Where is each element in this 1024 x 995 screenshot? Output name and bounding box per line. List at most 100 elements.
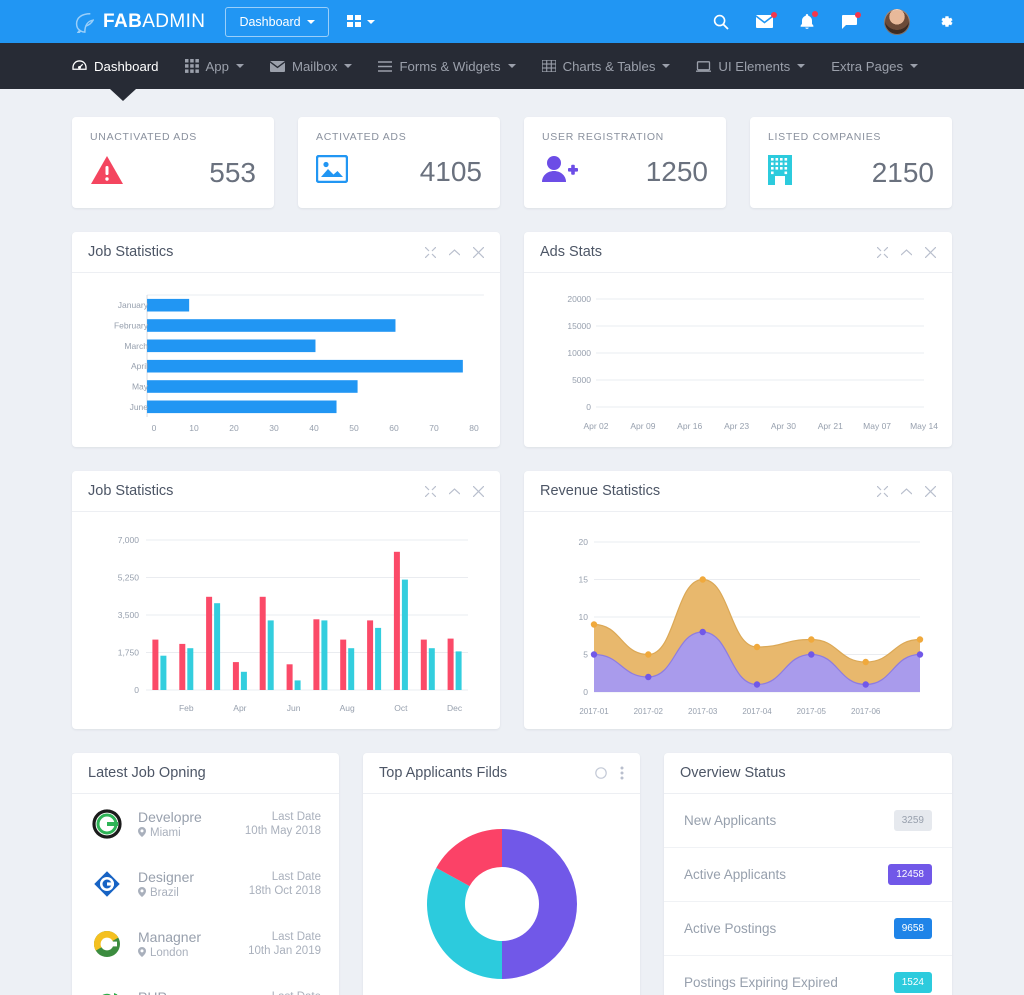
line-chart-svg: 0 5000 10000 15000 20000 Apr 02 Apr 09 Apr 16 A…	[567, 294, 938, 431]
refresh-circle-icon[interactable]	[595, 767, 607, 779]
nav-item-ui-elements[interactable]: UI Elements	[696, 59, 806, 74]
svg-text:June: June	[130, 402, 149, 412]
chart-job-statistics-vertical: 0 1,750 3,500 5,250 7,000 Feb Apr Jun Aug Oct Dec	[72, 512, 500, 729]
stat-title: UNACTIVATED ADS	[90, 131, 197, 143]
brand-logo[interactable]: FABADMIN	[72, 11, 205, 33]
panel-top-applicants-fields: Top Applicants Filds	[363, 753, 640, 995]
collapse-icon[interactable]	[901, 248, 912, 256]
data-point	[862, 658, 869, 666]
close-icon[interactable]	[925, 485, 936, 497]
data-point	[916, 651, 924, 658]
laptop-icon	[696, 60, 712, 72]
bar	[179, 643, 186, 690]
svg-text:0: 0	[583, 687, 588, 697]
mail-icon[interactable]	[756, 12, 777, 28]
svg-text:0: 0	[586, 402, 591, 412]
chat-icon[interactable]	[841, 11, 861, 29]
job-last-date-label: Last Date	[271, 811, 321, 823]
svg-text:7,000: 7,000	[118, 535, 140, 545]
overview-status-row[interactable]: Active Postings 9658	[664, 902, 952, 956]
svg-text:2017-03: 2017-03	[688, 707, 718, 716]
search-icon[interactable]	[713, 14, 729, 30]
bar	[152, 639, 159, 690]
nav-item-extra-pages[interactable]: Extra Pages	[831, 59, 919, 74]
panel-header: Latest Job Opning	[72, 753, 339, 794]
svg-text:Aug: Aug	[340, 703, 355, 713]
apps-grid-button[interactable]	[346, 15, 375, 28]
svg-text:2017-02: 2017-02	[634, 707, 664, 716]
dashboard-dropdown-button[interactable]: Dashboard	[225, 6, 329, 37]
job-location-text: Brazil	[150, 887, 179, 899]
svg-text:May 07: May 07	[863, 421, 891, 431]
close-icon[interactable]	[473, 485, 484, 497]
expand-icon[interactable]	[877, 485, 888, 497]
bar	[447, 638, 454, 690]
chart-row-1: Job Statistics January February March April…	[72, 232, 952, 447]
job-last-date-label: Last Date	[271, 871, 321, 883]
nav-item-app[interactable]: App	[184, 59, 244, 74]
chart-row-2: Job Statistics 0 1,750 3,500 5,250 7,000 Feb…	[72, 471, 952, 729]
collapse-icon[interactable]	[449, 248, 460, 256]
stat-card-unactivated-ads[interactable]: UNACTIVATED ADS 553	[72, 117, 274, 208]
brand-text: FABADMIN	[103, 11, 205, 33]
expand-icon[interactable]	[425, 485, 436, 497]
collapse-icon[interactable]	[449, 487, 460, 495]
svg-text:March: March	[124, 341, 148, 351]
bar	[214, 603, 221, 690]
nav-label-forms-widgets: Forms & Widgets	[399, 58, 501, 74]
overview-status-row[interactable]: Active Applicants 12458	[664, 848, 952, 902]
gear-icon[interactable]	[937, 13, 954, 30]
job-date-block: Last Date 10th May 2018	[245, 811, 321, 837]
mail-badge-dot	[771, 12, 777, 18]
overview-status-label: Postings Expiring Expired	[684, 975, 838, 990]
job-list-item[interactable]: Managner London Last Date 10th Jan 2019	[72, 914, 339, 974]
data-point	[590, 651, 598, 658]
nav-label-charts-tables: Charts & Tables	[562, 58, 656, 74]
job-title: Designer	[138, 868, 195, 885]
job-list-item[interactable]: Developre Miami Last Date 10th May 2018	[72, 794, 339, 854]
panel-tools	[877, 485, 936, 497]
svg-text:5000: 5000	[572, 375, 591, 385]
expand-icon[interactable]	[877, 246, 888, 258]
data-point	[590, 621, 598, 628]
chevron-down-icon	[910, 64, 919, 68]
avatar[interactable]	[884, 8, 910, 35]
svg-text:Apr 16: Apr 16	[677, 421, 702, 431]
blue-diamond-logo	[90, 867, 124, 901]
stat-value: 2150	[871, 156, 934, 188]
bar	[375, 627, 382, 690]
close-icon[interactable]	[473, 246, 484, 258]
stat-card-activated-ads[interactable]: ACTIVATED ADS 4105	[298, 117, 500, 208]
panel-header: Top Applicants Filds	[363, 753, 640, 794]
job-list-item[interactable]: PHPAbud habi Last Date15th Nov 2018	[72, 974, 339, 995]
svg-text:80: 80	[469, 423, 479, 433]
svg-text:70: 70	[429, 423, 439, 433]
collapse-icon[interactable]	[901, 487, 912, 495]
nav-item-charts-tables[interactable]: Charts & Tables	[541, 58, 671, 74]
nav-item-forms-widgets[interactable]: Forms & Widgets	[378, 58, 516, 74]
active-nav-pointer	[110, 89, 136, 101]
chevron-down-icon	[797, 64, 806, 68]
stat-card-user-registration[interactable]: USER REGISTRATION 1250	[524, 117, 726, 208]
topbar-actions	[713, 8, 954, 35]
chart-ads-stats: 0 5000 10000 15000 20000 Apr 02 Apr 09 Apr 16 A…	[524, 273, 952, 447]
close-icon[interactable]	[925, 246, 936, 258]
job-list-item[interactable]: Designer Brazil Last Date 18th Oct 2018	[72, 854, 339, 914]
chart-revenue-statistics: 0 5 10 15 20 2017-01 2017-02 2017-03 2017-04 201…	[524, 512, 952, 729]
job-location: Miami	[138, 826, 231, 840]
bar	[313, 619, 320, 690]
expand-icon[interactable]	[425, 246, 436, 258]
svg-text:50: 50	[349, 423, 359, 433]
overview-status-row[interactable]: New Applicants 3259	[664, 794, 952, 848]
nav-item-mailbox[interactable]: Mailbox	[269, 59, 353, 74]
nav-item-dashboard[interactable]: Dashboard	[72, 59, 159, 74]
svg-text:20: 20	[229, 423, 239, 433]
svg-text:Oct: Oct	[394, 703, 408, 713]
bar	[160, 655, 167, 690]
overview-status-row[interactable]: Postings Expiring Expired 1524	[664, 956, 952, 995]
stat-card-listed-companies[interactable]: LISTED COMPANIES 2150	[750, 117, 952, 208]
bar	[321, 620, 328, 690]
more-vertical-icon[interactable]	[620, 766, 624, 780]
bell-icon[interactable]	[800, 10, 818, 30]
svg-text:2017-01: 2017-01	[579, 707, 609, 716]
